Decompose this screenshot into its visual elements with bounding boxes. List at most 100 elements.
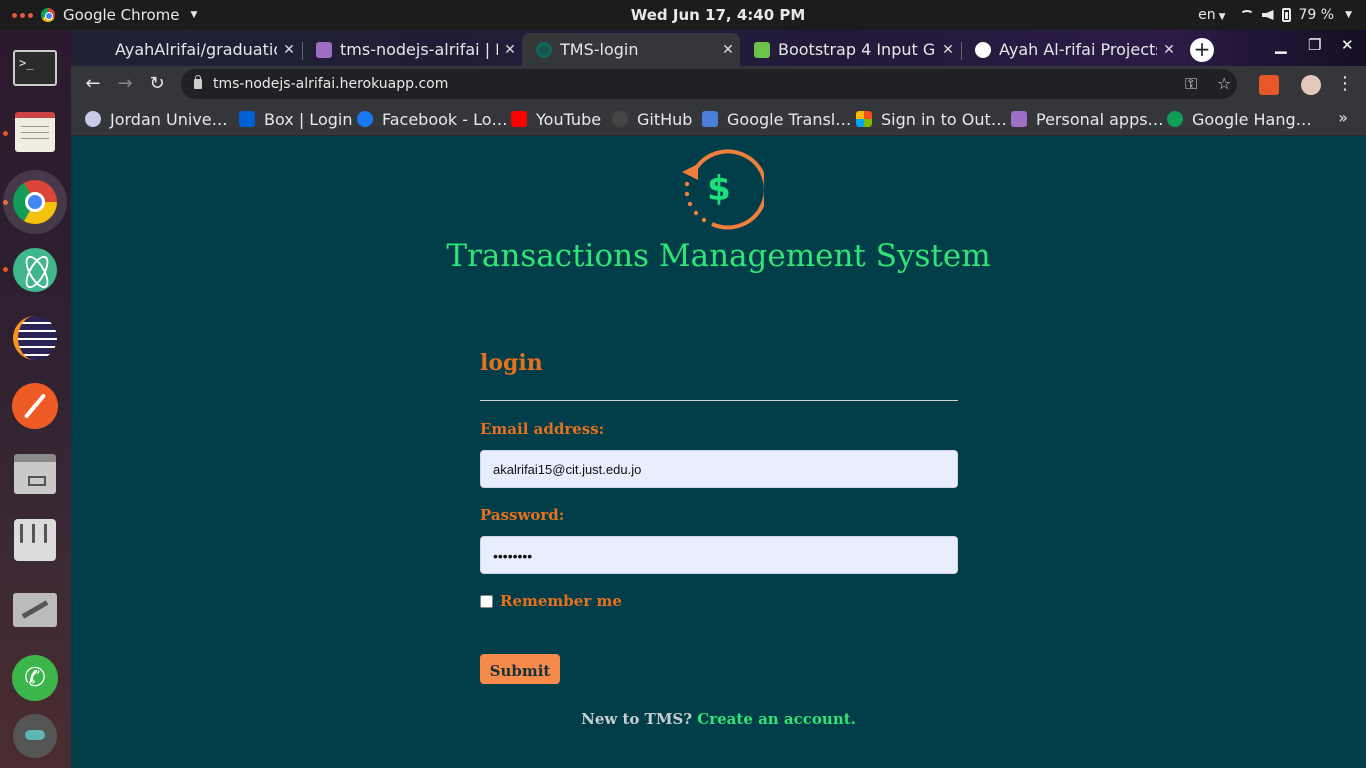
avatar-icon — [13, 714, 57, 758]
dock-terminal[interactable]: >_ — [11, 44, 59, 92]
hangouts-icon — [1167, 111, 1183, 127]
battery-icon — [1281, 8, 1291, 22]
dock-mixer[interactable] — [11, 516, 59, 564]
page-content: $ Transactions Management System login E… — [71, 136, 1366, 768]
key-icon[interactable]: ⚿ — [1185, 74, 1197, 94]
tms-logo: $ — [682, 149, 764, 230]
login-heading: login — [480, 350, 543, 376]
svg-text:$: $ — [707, 169, 731, 209]
terminal-icon: >_ — [13, 50, 57, 86]
back-button[interactable]: ← — [81, 72, 105, 96]
bookmark-label: Google Transl… — [727, 109, 852, 129]
maximize-button[interactable]: ❐ — [1308, 36, 1321, 54]
chevron-down-icon: ▼ — [1345, 10, 1352, 20]
dock-postman[interactable] — [11, 382, 59, 430]
bookmark-star-icon[interactable]: ☆ — [1217, 74, 1231, 93]
close-window-button[interactable]: ✕ — [1341, 36, 1354, 54]
facebook-icon — [357, 111, 373, 127]
tab-bootstrap[interactable]: Bootstrap 4 Input Gro ✕ — [740, 33, 960, 66]
tab-tms-login[interactable]: TMS-login ✕ — [522, 33, 740, 66]
lock-icon[interactable] — [194, 75, 202, 89]
dock-atom[interactable] — [11, 246, 59, 294]
translate-icon — [702, 111, 718, 127]
tab-title: Bootstrap 4 Input Gro — [778, 40, 936, 59]
bookmark-label: Box | Login — [264, 109, 353, 129]
atom-icon — [13, 248, 57, 292]
tab-github[interactable]: AyahAlrifai/graduation ✕ — [101, 33, 301, 66]
remember-me-checkbox[interactable] — [480, 595, 493, 608]
bookmark-personal-apps[interactable]: Personal apps… — [1011, 102, 1164, 136]
youtube-icon — [511, 111, 527, 127]
extension-icon[interactable] — [1259, 75, 1279, 95]
bookmarks-bar: Jordan Unive… Box | Login Facebook - Lo…… — [71, 102, 1366, 136]
language-indicator[interactable]: en ▼ — [1198, 7, 1225, 23]
globe-icon — [975, 41, 991, 58]
app-title: Transactions Management System — [446, 238, 991, 274]
running-indicator — [3, 267, 8, 272]
tools-icon — [13, 593, 57, 627]
tab-heroku[interactable]: tms-nodejs-alrifai | He ✕ — [302, 33, 522, 66]
bookmark-label: Sign in to Out… — [881, 109, 1007, 129]
dock-text-editor[interactable] — [11, 108, 59, 156]
bookmark-github[interactable]: GitHub — [612, 102, 692, 136]
bookmark-outlook[interactable]: Sign in to Out… — [856, 102, 1007, 136]
email-field[interactable]: akalrifai15@cit.just.edu.jo — [480, 450, 958, 488]
language-label: en — [1198, 7, 1216, 23]
heroku-icon — [1011, 111, 1027, 127]
new-tab-button[interactable]: + — [1190, 38, 1214, 62]
url-text: tms-nodejs-alrifai.herokuapp.com — [213, 76, 449, 92]
menu-kebab-icon[interactable]: ⋮ — [1333, 72, 1357, 96]
forward-button[interactable]: → — [113, 72, 137, 96]
status-menu[interactable]: 79 % ▼ — [1239, 7, 1352, 23]
tab-title: AyahAlrifai/graduation — [115, 40, 277, 59]
clock[interactable]: Wed Jun 17, 4:40 PM — [0, 0, 1366, 30]
submit-button[interactable]: Submit — [480, 654, 560, 684]
dock-tools[interactable] — [11, 586, 59, 634]
more-bookmarks-icon[interactable]: » — [1338, 108, 1348, 127]
heroku-icon — [316, 41, 332, 58]
reload-button[interactable]: ↻ — [145, 72, 169, 96]
close-icon[interactable]: ✕ — [498, 42, 522, 58]
dock-files[interactable] — [11, 450, 59, 498]
dock-phone[interactable]: ✆ — [11, 654, 59, 702]
close-icon[interactable]: ✕ — [936, 42, 960, 58]
dock-chrome[interactable] — [3, 170, 67, 234]
dock-eclipse[interactable] — [11, 314, 59, 362]
tab-title: tms-nodejs-alrifai | He — [340, 40, 498, 59]
text-editor-icon — [15, 112, 55, 152]
password-field[interactable]: •••••••• — [480, 536, 958, 574]
wifi-icon — [1239, 10, 1254, 20]
bookmark-google-hangouts[interactable]: Google Hang… — [1167, 102, 1312, 136]
microsoft-icon — [856, 111, 872, 127]
eclipse-icon — [13, 316, 57, 360]
remember-me-label[interactable]: Remember me — [500, 592, 622, 610]
tms-icon — [536, 41, 552, 58]
divider — [480, 400, 958, 401]
box-icon — [239, 111, 255, 127]
bookmark-google-translate[interactable]: Google Transl… — [702, 102, 851, 136]
bootstrap-icon — [754, 41, 770, 58]
dock-avatar[interactable] — [11, 712, 59, 760]
bookmark-facebook[interactable]: Facebook - Lo… — [357, 102, 508, 136]
github-icon — [612, 111, 628, 127]
bookmark-label: Google Hang… — [1192, 109, 1312, 129]
university-icon — [85, 111, 101, 127]
files-icon — [14, 454, 56, 494]
close-icon[interactable]: ✕ — [1157, 42, 1181, 58]
chrome-icon — [13, 180, 57, 224]
address-bar[interactable]: tms-nodejs-alrifai.herokuapp.com ⚿ ☆ — [181, 69, 1237, 99]
tab-projects[interactable]: Ayah Al-rifai Projects ✕ — [961, 33, 1181, 66]
system-top-bar: Google Chrome ▼ Wed Jun 17, 4:40 PM en ▼ 7… — [0, 0, 1366, 30]
minimize-button[interactable]: ▁ — [1275, 36, 1287, 54]
bookmark-label: GitHub — [637, 109, 693, 129]
close-icon[interactable]: ✕ — [716, 42, 740, 58]
bookmark-label: Jordan Unive… — [110, 109, 228, 129]
create-account-link[interactable]: Create an account. — [697, 710, 856, 728]
profile-avatar[interactable] — [1301, 75, 1321, 95]
bookmark-jordan-university[interactable]: Jordan Unive… — [85, 102, 228, 136]
battery-level: 79 % — [1298, 7, 1335, 23]
bookmark-box[interactable]: Box | Login — [239, 102, 352, 136]
bookmark-youtube[interactable]: YouTube — [511, 102, 601, 136]
close-icon[interactable]: ✕ — [277, 42, 301, 58]
password-label: Password: — [480, 506, 565, 524]
